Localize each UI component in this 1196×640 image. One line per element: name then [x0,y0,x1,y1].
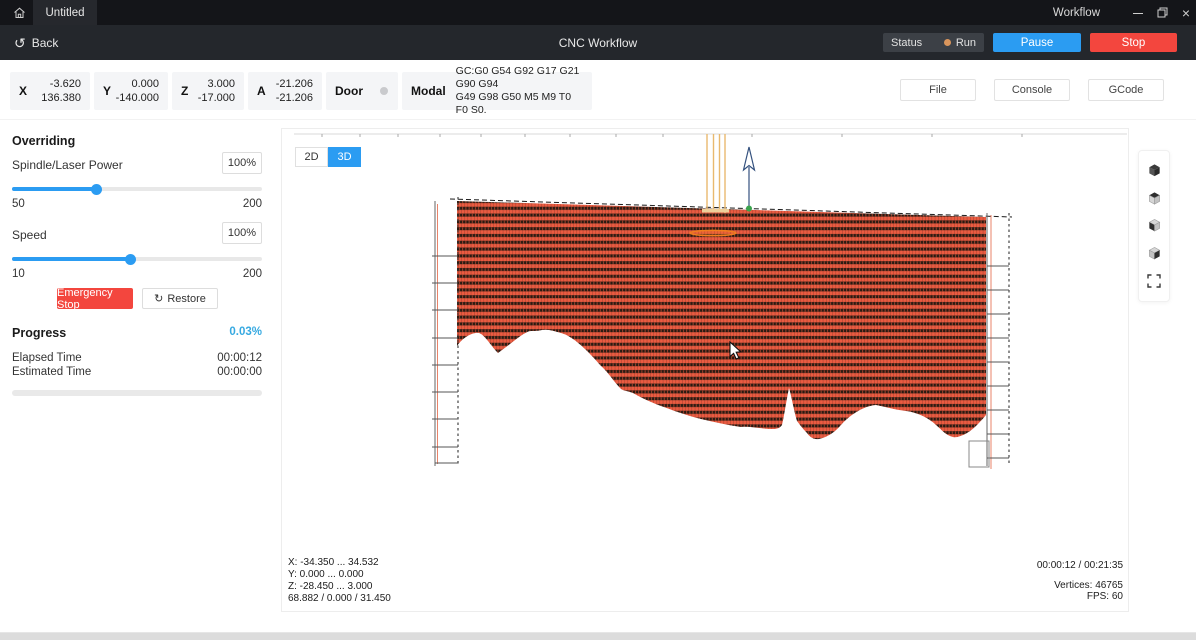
tool-position-marker [744,147,755,212]
fps-readout: FPS: 60 [1087,591,1123,602]
view-top-button[interactable] [1144,188,1164,208]
cube-top-face-icon [1147,191,1162,206]
spindle-power-slider[interactable] [12,187,262,191]
home-icon [13,7,26,19]
left-boundary-ladder [432,197,458,466]
maximize-restore-button[interactable] [1151,0,1173,25]
progress-title: Progress [12,326,66,340]
estimated-time-row: Estimated Time00:00:00 [12,366,262,378]
spindle-slider-range: 50200 [12,198,262,210]
status-label: Status [891,37,922,49]
axis-values: 0.000-140.000 [116,77,168,105]
cube-side-face-icon [1147,246,1162,261]
axis-readout-x: X -3.620136.380 [10,72,90,110]
axis-readout-a: A -21.206-21.206 [248,72,322,110]
home-button[interactable] [8,3,30,22]
document-tab-label: Untitled [46,7,85,19]
view-control-panel [1138,150,1170,302]
fit-view-button[interactable] [1144,271,1164,291]
close-button[interactable]: × [1175,0,1196,25]
door-status-dot-icon [380,87,388,95]
speed-label: Speed [12,228,47,242]
elapsed-time-row: Elapsed Time00:00:12 [12,352,262,364]
tab-2d[interactable]: 2D [295,147,328,167]
model-extents-readout: X: -34.350 ... 34.532 Y: 0.000 ... 0.000… [288,557,391,605]
axis-readout-z: Z 3.000-17.000 [172,72,244,110]
stop-button[interactable]: Stop [1090,33,1177,52]
plunge-lines [702,134,729,213]
tab-3d[interactable]: 3D [328,147,361,167]
toolpath-3d-scene[interactable] [282,129,1128,611]
machine-state-bar: X -3.620136.380 Y 0.000-140.000 Z 3.000-… [0,60,1196,120]
range-z: Z: -28.450 ... 3.000 [288,581,391,593]
vertices-readout: Vertices: 46765 [1054,580,1123,591]
restore-icon: ↻ [154,292,163,305]
job-time-readout: 00:00:12 / 00:21:35 [1037,560,1123,571]
axis-values: -3.620136.380 [41,77,90,105]
progress-header: Progress 0.03% [12,326,262,340]
document-tab[interactable]: Untitled [33,0,97,25]
axis-letter: Y [94,84,111,98]
file-panel-button[interactable]: File [900,79,976,101]
back-label: Back [32,36,59,50]
minimize-button[interactable] [1127,0,1149,25]
speed-slider-range: 10200 [12,268,262,280]
machined-block [457,201,986,439]
gcode-panel-button[interactable]: GCode [1088,79,1164,101]
door-label: Door [326,84,363,98]
speed-input[interactable]: 100% [222,222,262,244]
restore-window-icon [1157,7,1168,18]
speed-slider-handle[interactable] [125,254,136,265]
axis-letter: X [10,84,27,98]
view-isometric-button[interactable] [1144,161,1164,181]
main-area: Overriding Spindle/Laser Power 100% 5020… [0,120,1196,632]
cube-front-face-icon [1147,218,1162,233]
model-dimensions: 68.882 / 0.000 / 31.450 [288,593,391,605]
toolpath-viewport[interactable]: 2D 3D X: -34.350 ... 34.532 Y: 0.000 ...… [281,128,1129,612]
back-button[interactable]: ↺ Back [14,25,58,60]
fit-view-icon [1147,274,1161,288]
emergency-stop-button[interactable]: Emergency Stop [57,288,133,309]
progress-percent: 0.03% [229,326,262,340]
spindle-power-label: Spindle/Laser Power [12,158,123,172]
door-indicator: Door [326,72,398,110]
modal-state-box: Modal GC:G0 G54 G92 G17 G21 G90 G94G49 G… [402,72,592,110]
axis-letter: A [248,84,266,98]
restore-button[interactable]: ↻ Restore [142,288,218,309]
minimize-icon [1133,8,1143,18]
title-bar: Untitled Workflow × [0,0,1196,25]
overriding-title: Overriding [12,134,75,148]
view-mode-tabs: 2D 3D [295,147,361,167]
spindle-slider-handle[interactable] [91,184,102,195]
range-y: Y: 0.000 ... 0.000 [288,569,391,581]
status-value: Run [956,37,976,49]
rapid-travel-line [294,134,1127,137]
console-panel-button[interactable]: Console [994,79,1070,101]
modal-label: Modal [402,84,446,98]
close-icon: × [1182,5,1190,21]
axis-values: -21.206-21.206 [276,77,322,105]
modal-gcode-state: GC:G0 G54 G92 G17 G21 G90 G94G49 G98 G50… [446,65,592,117]
workflow-toolbar: CNC Workflow ↺ Back Status Run Pause Sto… [0,25,1196,60]
progress-bar [12,390,262,396]
window-bottom-edge [0,632,1196,640]
back-icon: ↺ [14,36,26,50]
pause-button[interactable]: Pause [993,33,1081,52]
range-x: X: -34.350 ... 34.532 [288,557,391,569]
axis-letter: Z [172,84,188,98]
app-title: Workflow [1053,0,1100,25]
spindle-power-input[interactable]: 100% [222,152,262,174]
status-chip: Status Run [883,33,984,52]
view-side-button[interactable] [1144,244,1164,264]
status-run-dot-icon [944,39,951,46]
axis-values: 3.000-17.000 [198,77,244,105]
axis-readout-y: Y 0.000-140.000 [94,72,168,110]
cube-isometric-icon [1147,163,1162,178]
speed-slider[interactable] [12,257,262,261]
view-front-button[interactable] [1144,216,1164,236]
current-segment-highlight [690,230,736,235]
